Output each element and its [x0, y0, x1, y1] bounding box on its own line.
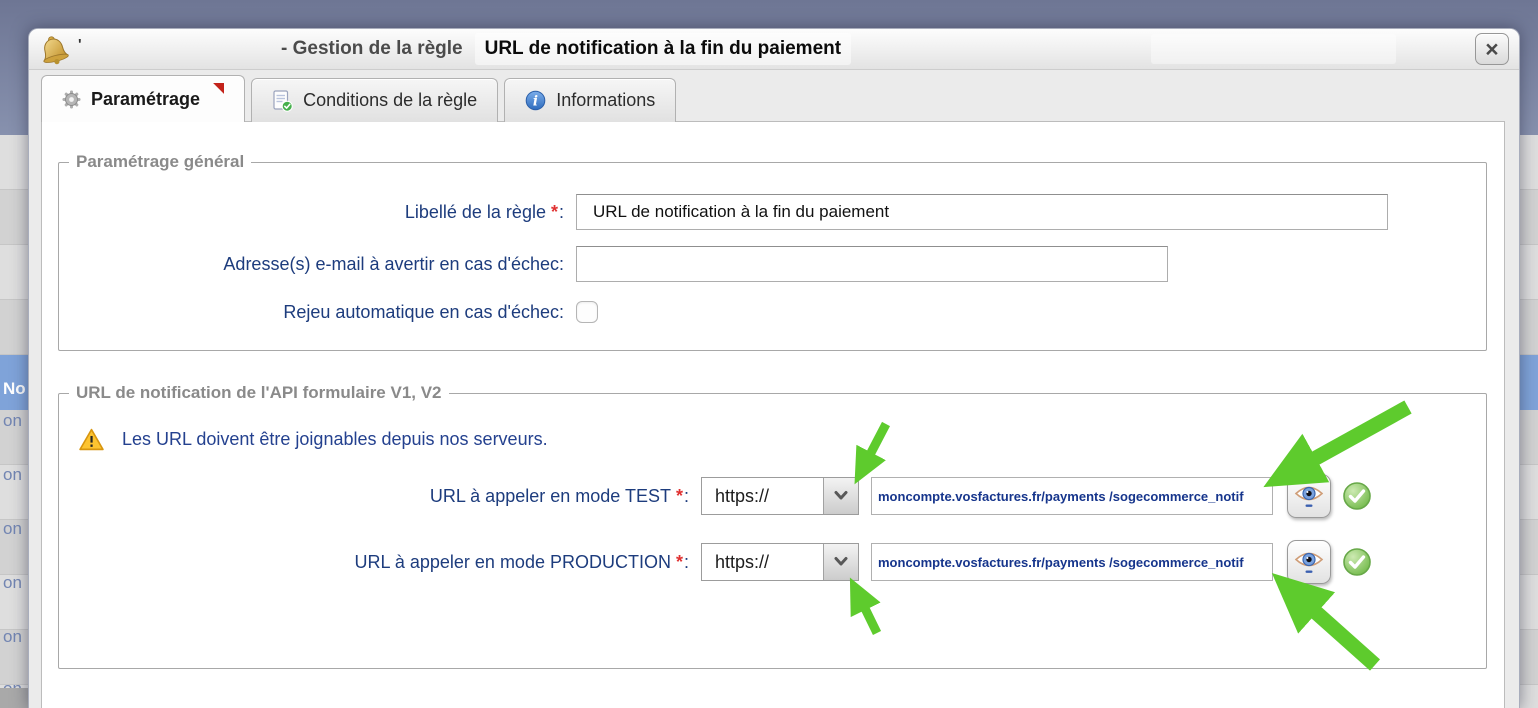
url-test-label: URL à appeler en mode TEST*:	[59, 486, 689, 507]
background-row-fragment: on	[3, 410, 22, 432]
tab-conditions[interactable]: Conditions de la règle	[251, 78, 498, 122]
bell-icon	[37, 33, 71, 67]
fieldset-url-notification: URL de notification de l'API formulaire …	[58, 383, 1487, 669]
label-colon: :	[684, 552, 689, 572]
background-row-fragment: on	[3, 572, 22, 594]
label-text: Libellé de la règle	[405, 202, 546, 222]
dialog-title-rule-name: URL de notification à la fin du paiement	[475, 33, 851, 65]
background-row-fragment: on	[3, 518, 22, 540]
check-circle-icon	[1342, 547, 1372, 577]
dialog-title-prefix: - Gestion de la règle	[281, 38, 463, 60]
eye-icon	[1293, 483, 1325, 509]
protocol-value: https://	[702, 478, 823, 514]
form-row-url-test: URL à appeler en mode TEST*: https://	[59, 474, 1486, 518]
preview-url-production-button[interactable]	[1287, 540, 1331, 584]
label-text: URL à appeler en mode PRODUCTION	[355, 552, 671, 572]
tab-label: Informations	[556, 90, 655, 111]
tab-panel-parametrage: Paramétrage général Libellé de la règle*…	[41, 121, 1505, 708]
background-row-fragment: on	[3, 626, 22, 648]
form-row-url-production: URL à appeler en mode PRODUCTION*: https…	[59, 540, 1486, 584]
titlebar-highlight-block	[1151, 34, 1396, 64]
check-circle-icon	[1342, 481, 1372, 511]
libelle-input[interactable]	[576, 194, 1388, 230]
label-colon: :	[559, 202, 564, 222]
eye-icon	[1293, 549, 1325, 575]
tab-bar: Paramétrage Conditions de la règle	[41, 77, 676, 122]
background-row-fragment: No	[3, 378, 26, 400]
url-production-valid-status	[1342, 547, 1372, 577]
form-row-libelle: Libellé de la règle*:	[59, 194, 1486, 230]
preview-url-test-button[interactable]	[1287, 474, 1331, 518]
warning-row: Les URL doivent être joignables depuis n…	[78, 427, 1486, 452]
warning-text: Les URL doivent être joignables depuis n…	[122, 429, 548, 450]
dialog-title: - Gestion de la règle URL de notificatio…	[281, 29, 851, 69]
warning-icon	[78, 427, 105, 452]
background-row-fragment: on	[3, 464, 22, 486]
titlebar-mark: '	[78, 36, 82, 53]
form-row-rejeu: Rejeu automatique en cas d'échec:	[59, 298, 1486, 326]
tab-label: Paramétrage	[91, 89, 200, 110]
screen: No on on on on on on '	[0, 0, 1538, 708]
tab-parametrage[interactable]: Paramétrage	[41, 75, 245, 122]
protocol-select-test[interactable]: https://	[701, 477, 859, 515]
fieldset-parametrage-general: Paramétrage général Libellé de la règle*…	[58, 152, 1487, 351]
chevron-down-icon[interactable]	[823, 544, 858, 580]
gear-icon	[62, 90, 81, 109]
protocol-value: https://	[702, 544, 823, 580]
email-input[interactable]	[576, 246, 1168, 282]
required-asterisk: *	[551, 202, 558, 222]
protocol-select-production[interactable]: https://	[701, 543, 859, 581]
fieldset-legend: URL de notification de l'API formulaire …	[69, 383, 449, 403]
required-asterisk: *	[676, 552, 683, 572]
close-button[interactable]: ×	[1475, 33, 1509, 65]
url-production-input[interactable]	[871, 543, 1273, 581]
label-text: URL à appeler en mode TEST	[430, 486, 671, 506]
form-row-email: Adresse(s) e-mail à avertir en cas d'éch…	[59, 246, 1486, 282]
background-footer-block	[0, 688, 28, 708]
libelle-label: Libellé de la règle*:	[59, 202, 564, 223]
info-icon: i	[525, 90, 546, 111]
email-label: Adresse(s) e-mail à avertir en cas d'éch…	[59, 254, 564, 275]
chevron-down-icon[interactable]	[823, 478, 858, 514]
document-check-icon	[272, 90, 293, 112]
modified-flag-icon	[213, 83, 224, 94]
fieldset-legend: Paramétrage général	[69, 152, 251, 172]
required-asterisk: *	[676, 486, 683, 506]
dialog-gestion-regle: ' - Gestion de la règle URL de notificat…	[28, 28, 1520, 708]
tab-label: Conditions de la règle	[303, 90, 477, 111]
tab-informations[interactable]: i Informations	[504, 78, 676, 122]
url-production-label: URL à appeler en mode PRODUCTION*:	[59, 552, 689, 573]
url-test-valid-status	[1342, 481, 1372, 511]
dialog-titlebar: ' - Gestion de la règle URL de notificat…	[29, 29, 1519, 70]
rejeu-checkbox[interactable]	[576, 301, 598, 323]
close-icon: ×	[1485, 38, 1498, 61]
url-test-input[interactable]	[871, 477, 1273, 515]
label-colon: :	[684, 486, 689, 506]
svg-text:i: i	[533, 94, 538, 110]
rejeu-label: Rejeu automatique en cas d'échec:	[59, 302, 564, 323]
